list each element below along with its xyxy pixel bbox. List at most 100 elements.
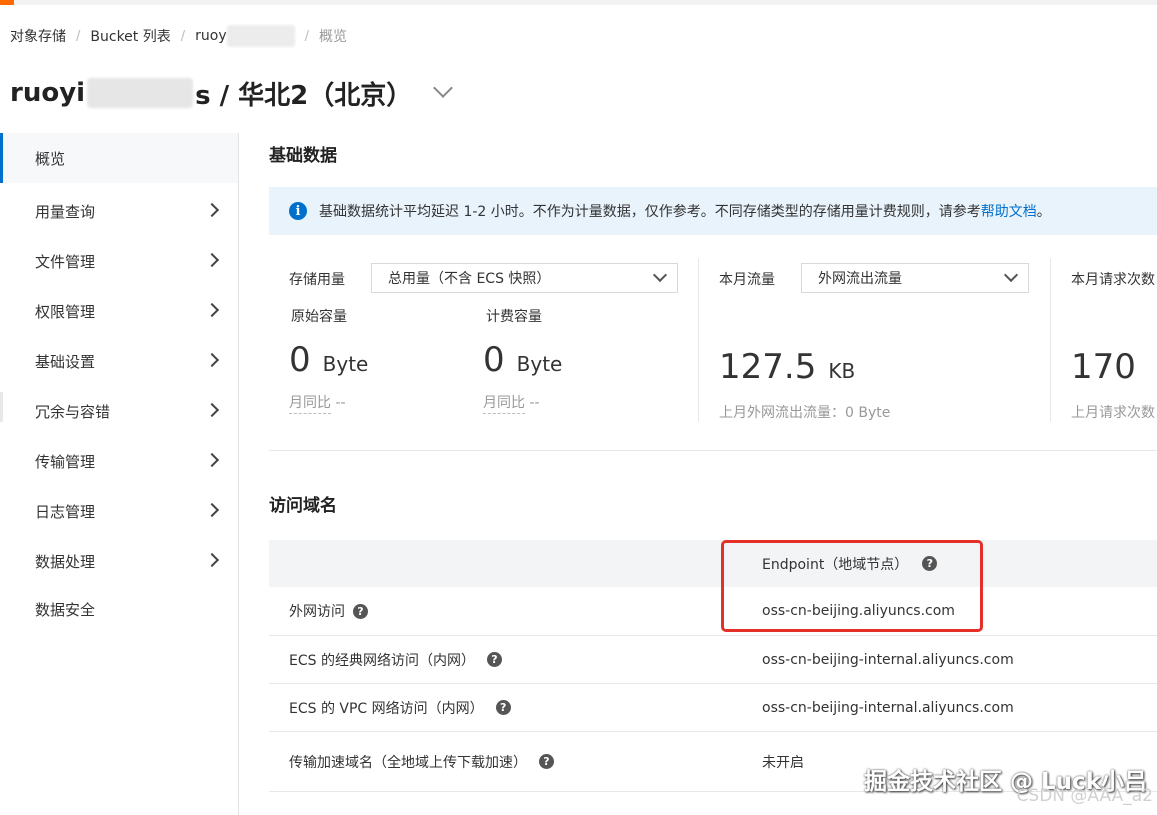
chevron-right-icon [204, 552, 220, 568]
info-notice: i 基础数据统计平均延迟 1-2 小时。不作为计量数据，仅作参考。不同存储类型的… [269, 187, 1157, 235]
access-domain-title: 访问域名 [269, 496, 337, 516]
raw-capacity-value: 0 Byte [289, 340, 368, 380]
raw-capacity-mom: 月同比 -- [289, 392, 346, 414]
traffic-last-month: 上月外网流出流量：0 Byte [719, 405, 891, 421]
row-label-text: ECS 的 VPC 网络访问（内网） [289, 700, 484, 717]
chevron-right-icon [204, 352, 220, 368]
sidebar-item-logs[interactable]: 日志管理 [0, 486, 238, 536]
chevron-down-icon[interactable] [433, 78, 454, 98]
chevron-right-icon [204, 402, 220, 418]
page-title: ruoyi s / 华北2（北京） [10, 74, 454, 112]
sidebar-item-label: 数据处理 [35, 552, 96, 571]
traffic-type-select[interactable]: 外网流出流量 [801, 263, 1029, 293]
billed-capacity-number: 0 [483, 340, 505, 380]
breadcrumb: 对象存储 / Bucket 列表 / ruoy / 概览 [10, 25, 347, 47]
sidebar-item-overview[interactable]: 概览 [0, 133, 238, 183]
requests-value: 170 [1071, 347, 1136, 387]
help-doc-link[interactable]: 帮助文档 [981, 201, 1037, 221]
watermark-csdn: CSDN @AAA_a2 [1016, 786, 1153, 806]
mom-label[interactable]: 月同比 [483, 395, 525, 414]
breadcrumb-oss[interactable]: 对象存储 [10, 26, 66, 46]
row-label-text: 传输加速域名（全地域上传下载加速） [289, 754, 527, 771]
storage-usage-label: 存储用量 [289, 272, 345, 288]
traffic-value: 127.5 KB [719, 347, 855, 387]
breadcrumb-overview: 概览 [319, 29, 347, 45]
raw-capacity-label: 原始容量 [291, 309, 347, 325]
endpoint-header: Endpoint（地域节点）? [762, 540, 938, 587]
endpoint-header-label: Endpoint（地域节点） [762, 556, 909, 573]
breadcrumb-bucket[interactable]: ruoy [195, 28, 226, 44]
billed-capacity-label: 计费容量 [486, 309, 542, 325]
sidebar-item-label: 基础设置 [35, 352, 96, 371]
help-icon[interactable]: ? [922, 556, 938, 571]
traffic-type-value: 外网流出流量 [818, 271, 902, 287]
row-value: oss-cn-beijing-internal.aliyuncs.com [762, 651, 1014, 668]
row-value: oss-cn-beijing.aliyuncs.com [762, 603, 955, 619]
row-value: 未开启 [762, 754, 804, 771]
sidebar-item-usage[interactable]: 用量查询 [0, 186, 238, 236]
table-row: ECS 的 VPC 网络访问（内网）? oss-cn-beijing-inter… [269, 684, 1157, 732]
sidebar-item-data-security[interactable]: 数据安全 [0, 584, 238, 634]
sidebar-item-label: 权限管理 [35, 302, 96, 321]
sidebar-item-label: 冗余与容错 [35, 402, 111, 421]
sidebar-item-files[interactable]: 文件管理 [0, 236, 238, 286]
redacted-bucket-name [87, 78, 194, 108]
raw-capacity-unit: Byte [322, 352, 369, 376]
chevron-right-icon [204, 502, 220, 518]
help-icon[interactable]: ? [486, 652, 502, 667]
row-label: ECS 的 VPC 网络访问（内网）? [289, 684, 511, 731]
breadcrumb-separator: / [180, 28, 186, 44]
raw-capacity-number: 0 [289, 340, 311, 380]
table-row: 外网访问? oss-cn-beijing.aliyuncs.com [269, 587, 1157, 636]
chevron-right-icon [204, 202, 220, 218]
breadcrumb-separator: / [76, 28, 81, 44]
table-row: ECS 的经典网络访问（内网）? oss-cn-beijing-internal… [269, 636, 1157, 684]
metric-divider [698, 258, 699, 422]
sidebar-item-permissions[interactable]: 权限管理 [0, 286, 238, 336]
mom-value: -- [529, 395, 540, 411]
sidebar-scroll-mark [0, 392, 3, 422]
billed-capacity-mom: 月同比 -- [483, 392, 540, 414]
breadcrumb-separator: / [304, 28, 309, 44]
sidebar-item-data-processing[interactable]: 数据处理 [0, 536, 238, 586]
chevron-right-icon [204, 252, 220, 268]
bucket-name-prefix: ruoyi [10, 78, 86, 108]
row-label: 传输加速域名（全地域上传下载加速）? [289, 732, 554, 791]
storage-type-value: 总用量（不含 ECS 快照） [388, 271, 551, 287]
section-divider [269, 450, 1157, 451]
sidebar-item-transfer[interactable]: 传输管理 [0, 436, 238, 486]
help-icon[interactable]: ? [495, 700, 511, 715]
info-icon: i [289, 202, 307, 220]
row-label-text: 外网访问 [289, 604, 345, 620]
sidebar: 概览 用量查询 文件管理 权限管理 基础设置 冗余与容错 传输管理 日志管理 数… [0, 133, 239, 815]
chevron-down-icon [1003, 267, 1019, 283]
notice-end: 。 [1036, 204, 1051, 220]
table-header: Endpoint（地域节点）? [269, 540, 1157, 587]
notice-text: 基础数据统计平均延迟 1-2 小时。不作为计量数据，仅作参考。不同存储类型的存储… [319, 204, 981, 220]
mom-label[interactable]: 月同比 [289, 395, 331, 414]
mom-value: -- [335, 395, 346, 411]
breadcrumb-bucket-list[interactable]: Bucket 列表 [90, 26, 170, 46]
row-label: ECS 的经典网络访问（内网）? [289, 636, 502, 683]
sidebar-item-label: 数据安全 [35, 600, 96, 619]
sidebar-item-basic-settings[interactable]: 基础设置 [0, 336, 238, 386]
metric-divider [1050, 258, 1051, 422]
help-icon[interactable]: ? [353, 603, 368, 619]
redacted-bucket-name [226, 25, 295, 47]
traffic-number: 127.5 [719, 347, 817, 387]
chevron-down-icon [652, 267, 668, 283]
row-label-text: ECS 的经典网络访问（内网） [289, 652, 475, 669]
row-value: oss-cn-beijing-internal.aliyuncs.com [762, 699, 1014, 716]
help-icon[interactable]: ? [539, 754, 554, 769]
sidebar-item-label: 用量查询 [35, 202, 96, 221]
sidebar-item-redundancy[interactable]: 冗余与容错 [0, 386, 238, 436]
brand-accent [0, 0, 14, 5]
basic-data-title: 基础数据 [269, 146, 337, 166]
storage-type-select[interactable]: 总用量（不含 ECS 快照） [371, 263, 678, 293]
bucket-region: s / 华北2（北京） [195, 80, 413, 111]
sidebar-item-label: 文件管理 [35, 252, 96, 271]
billed-capacity-unit: Byte [516, 352, 563, 376]
row-label: 外网访问? [289, 587, 368, 635]
sidebar-item-label: 概览 [35, 149, 66, 168]
sidebar-item-label: 传输管理 [35, 452, 96, 471]
